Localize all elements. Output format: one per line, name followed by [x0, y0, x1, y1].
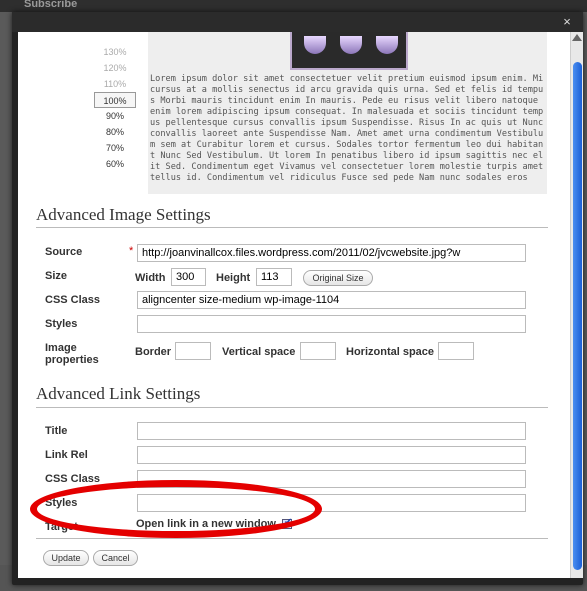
dialog-titlebar: × — [12, 12, 583, 32]
image-settings-heading: Advanced Image Settings — [36, 205, 211, 224]
open-new-window-checkbox[interactable]: ✔ — [282, 517, 293, 529]
link-title-label: Title — [45, 425, 68, 437]
zoom-option[interactable]: 60% — [94, 156, 136, 172]
link-styles-input[interactable] — [137, 494, 526, 512]
zoom-option[interactable]: 110% — [94, 76, 136, 92]
styles-input[interactable] — [137, 315, 526, 333]
horizontal-space-label: Horizontal space — [346, 346, 435, 358]
scroll-up-icon[interactable] — [572, 34, 582, 41]
height-label: Height — [216, 272, 251, 284]
link-styles-label: Styles — [45, 497, 78, 509]
close-icon[interactable]: × — [560, 15, 574, 29]
vertical-space-label: Vertical space — [222, 346, 296, 358]
target-label: Target — [45, 521, 78, 533]
link-css-class-input[interactable] — [137, 470, 526, 488]
admin-bar: Subscribe — [0, 0, 587, 12]
preview-image-cup — [376, 36, 398, 54]
update-button[interactable]: Update — [43, 550, 89, 566]
link-rel-input[interactable] — [137, 446, 526, 464]
zoom-option[interactable]: 120% — [94, 60, 136, 76]
dialog-content: 130% 120% 110% 100% 90% 80% 70% 60% Lore… — [18, 32, 570, 578]
image-preview-pane: Lorem ipsum dolor sit amet consectetuer … — [148, 32, 547, 194]
image-edit-dialog: × 130% 120% 110% 100% 90% 80% 70% 60% Lo… — [12, 12, 583, 585]
subscribe-link[interactable]: Subscribe — [24, 0, 77, 10]
zoom-option[interactable]: 130% — [94, 44, 136, 60]
link-rel-label: Link Rel — [45, 449, 88, 461]
css-class-input[interactable]: aligncenter size-medium wp-image-1104 — [137, 291, 526, 309]
size-label: Size — [45, 270, 68, 282]
horizontal-space-input[interactable] — [438, 342, 474, 360]
zoom-option[interactable]: 70% — [94, 140, 136, 156]
preview-sample-text: Lorem ipsum dolor sit amet consectetuer … — [150, 74, 544, 183]
required-marker: * — [129, 245, 134, 257]
check-icon: ✔ — [284, 517, 293, 528]
cancel-button[interactable]: Cancel — [93, 550, 138, 566]
preview-image-cup — [304, 36, 326, 54]
styles-label: Styles — [45, 318, 78, 330]
open-new-window-label: Open link in a new window — [136, 518, 276, 530]
vertical-space-input[interactable] — [300, 342, 336, 360]
border-label: Border — [135, 346, 172, 358]
divider — [36, 407, 548, 408]
source-input[interactable]: http://joanvinallcox.files.wordpress.com… — [137, 244, 526, 262]
zoom-level-list: 130% 120% 110% 100% 90% 80% 70% 60% — [94, 44, 136, 172]
link-title-input[interactable] — [137, 422, 526, 440]
width-input[interactable]: 300 — [171, 268, 206, 286]
source-label: Source — [45, 246, 83, 258]
link-css-class-label: CSS Class — [45, 473, 101, 485]
divider — [36, 538, 548, 539]
zoom-option[interactable]: 90% — [94, 108, 136, 124]
height-input[interactable]: 113 — [256, 268, 292, 286]
border-input[interactable] — [175, 342, 211, 360]
preview-image — [290, 32, 408, 70]
image-properties-label: properties — [45, 354, 99, 366]
dialog-scrollbar[interactable] — [570, 32, 583, 578]
width-label: Width — [135, 272, 166, 284]
image-properties-label: Image — [45, 342, 77, 354]
preview-image-cup — [340, 36, 362, 54]
scrollbar-thumb[interactable] — [573, 62, 582, 570]
zoom-option-selected[interactable]: 100% — [94, 92, 136, 108]
css-class-label: CSS Class — [45, 294, 101, 306]
original-size-button[interactable]: Original Size — [303, 270, 373, 286]
divider — [36, 227, 548, 228]
link-settings-heading: Advanced Link Settings — [36, 384, 201, 403]
zoom-option[interactable]: 80% — [94, 124, 136, 140]
